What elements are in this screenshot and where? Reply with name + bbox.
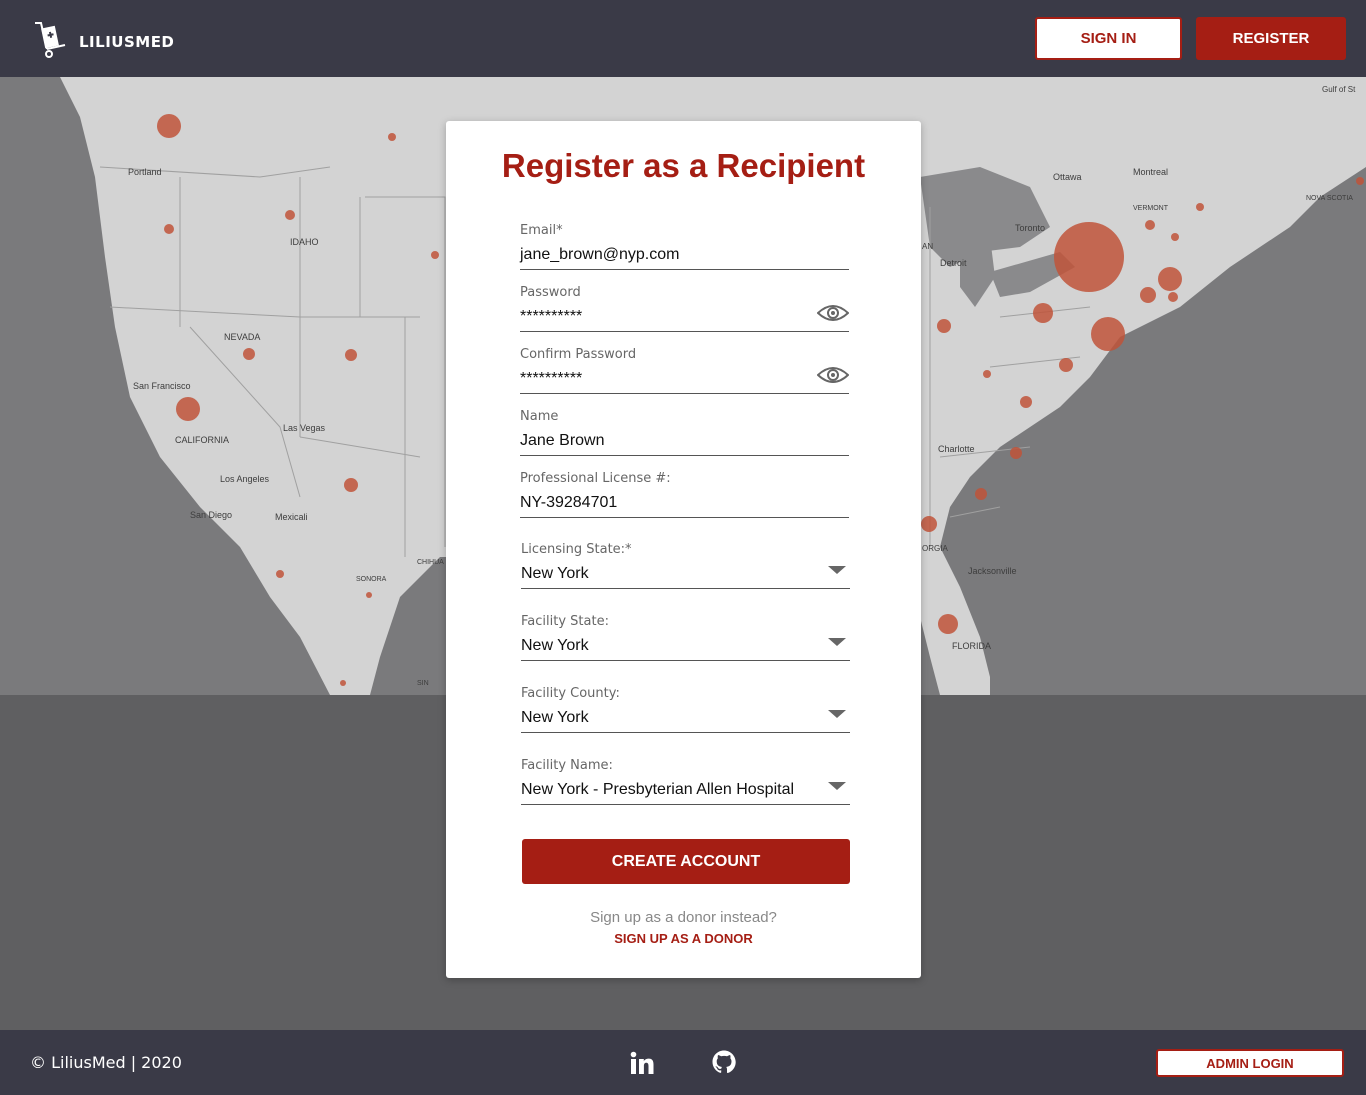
- password-label: Password: [520, 285, 581, 300]
- map-label: CALIFORNIA: [175, 435, 230, 445]
- copyright-text: © LiliusMed | 2020: [30, 1053, 182, 1072]
- facility-county-underline: [521, 732, 850, 733]
- map-label: Las Vegas: [283, 423, 326, 433]
- map-label: CHIHUA: [417, 559, 444, 566]
- map-label: VERMONT: [1133, 205, 1168, 212]
- map-label: NOVA SCOTIA: [1306, 195, 1353, 202]
- license-input[interactable]: NY-39284701: [520, 492, 849, 516]
- licensing-state-value: New York: [521, 565, 589, 582]
- footer: © LiliusMed | 2020 ADMIN LOGIN: [0, 1030, 1366, 1095]
- map-label: Toronto: [1015, 223, 1046, 233]
- map-label: Gulf of St: [1322, 85, 1356, 94]
- facility-state-underline: [521, 660, 850, 661]
- registration-card: Register as a Recipient Email* jane_brow…: [446, 121, 921, 978]
- email-input[interactable]: jane_brown@nyp.com: [520, 244, 849, 268]
- create-account-button[interactable]: CREATE ACCOUNT: [522, 839, 850, 884]
- sign-in-button[interactable]: SIGN IN: [1035, 17, 1182, 60]
- name-label: Name: [520, 409, 559, 424]
- map-label: San Diego: [190, 510, 233, 520]
- facility-county-label: Facility County:: [521, 686, 620, 701]
- map-label: FLORIDA: [952, 641, 992, 651]
- password-input[interactable]: **********: [520, 306, 849, 330]
- facility-county-value: New York: [521, 709, 589, 726]
- chevron-down-icon[interactable]: [828, 566, 846, 574]
- licensing-state-label: Licensing State:*: [521, 542, 632, 557]
- confirm-password-input[interactable]: **********: [520, 368, 849, 392]
- map-label: Detroit: [940, 258, 967, 268]
- facility-county-select[interactable]: Facility County: New York: [521, 686, 850, 733]
- map-label: Los Angeles: [220, 474, 270, 484]
- map-label: AN: [922, 242, 934, 251]
- map-label: Ottawa: [1053, 172, 1082, 182]
- confirm-password-underline: [520, 393, 849, 394]
- eye-icon[interactable]: [817, 303, 849, 323]
- facility-name-underline: [521, 804, 850, 805]
- chevron-down-icon[interactable]: [828, 710, 846, 718]
- email-label: Email*: [520, 223, 563, 238]
- license-label: Professional License #:: [520, 471, 671, 486]
- confirm-password-label: Confirm Password: [520, 347, 637, 362]
- map-label: Mexicali: [275, 512, 308, 522]
- facility-name-select[interactable]: Facility Name: New York - Presbyterian A…: [521, 758, 850, 805]
- licensing-state-underline: [521, 588, 850, 589]
- map-label: SONORA: [356, 576, 387, 583]
- map-label: IDAHO: [290, 237, 319, 247]
- email-underline: [520, 269, 849, 270]
- chevron-down-icon[interactable]: [828, 638, 846, 646]
- eye-icon[interactable]: [817, 365, 849, 385]
- map-label: Montreal: [1133, 167, 1169, 177]
- password-underline: [520, 331, 849, 332]
- email-field-group: Email* jane_brown@nyp.com: [520, 223, 849, 270]
- hand-truck-logo-icon: [35, 22, 66, 58]
- admin-login-button[interactable]: ADMIN LOGIN: [1156, 1049, 1344, 1077]
- map-label: SIN: [417, 680, 429, 687]
- facility-state-select[interactable]: Facility State: New York: [521, 614, 850, 661]
- register-button[interactable]: REGISTER: [1196, 17, 1346, 60]
- map-label: NEVADA: [224, 332, 261, 342]
- github-icon[interactable]: [712, 1050, 736, 1074]
- facility-name-value: New York - Presbyterian Allen Hospital: [521, 781, 795, 798]
- license-underline: [520, 517, 849, 518]
- licensing-state-select[interactable]: Licensing State:* New York: [521, 542, 850, 589]
- password-field-group: Password **********: [520, 285, 849, 332]
- license-field-group: Professional License #: NY-39284701: [520, 471, 849, 518]
- logo[interactable]: LILIUSMED: [33, 19, 174, 61]
- map-label: Portland: [128, 167, 162, 177]
- sign-up-donor-link[interactable]: SIGN UP AS A DONOR: [446, 931, 921, 946]
- map-label: ORGIA: [922, 544, 948, 553]
- confirm-password-field-group: Confirm Password **********: [520, 347, 849, 394]
- name-field-group: Name Jane Brown: [520, 409, 849, 456]
- facility-state-value: New York: [521, 637, 589, 654]
- map-label: Charlotte: [938, 444, 975, 454]
- name-input[interactable]: Jane Brown: [520, 430, 849, 454]
- donor-question: Sign up as a donor instead?: [590, 909, 777, 926]
- page-title: Register as a Recipient: [501, 147, 866, 184]
- chevron-down-icon[interactable]: [828, 782, 846, 790]
- map-label: San Francisco: [133, 381, 191, 391]
- linkedin-icon[interactable]: [630, 1051, 654, 1075]
- name-underline: [520, 455, 849, 456]
- brand-name: LILIUSMED: [79, 32, 175, 51]
- map-label: Jacksonville: [968, 566, 1017, 576]
- facility-name-label: Facility Name:: [521, 758, 613, 773]
- header: LILIUSMED SIGN IN REGISTER: [0, 0, 1366, 77]
- facility-state-label: Facility State:: [521, 614, 609, 629]
